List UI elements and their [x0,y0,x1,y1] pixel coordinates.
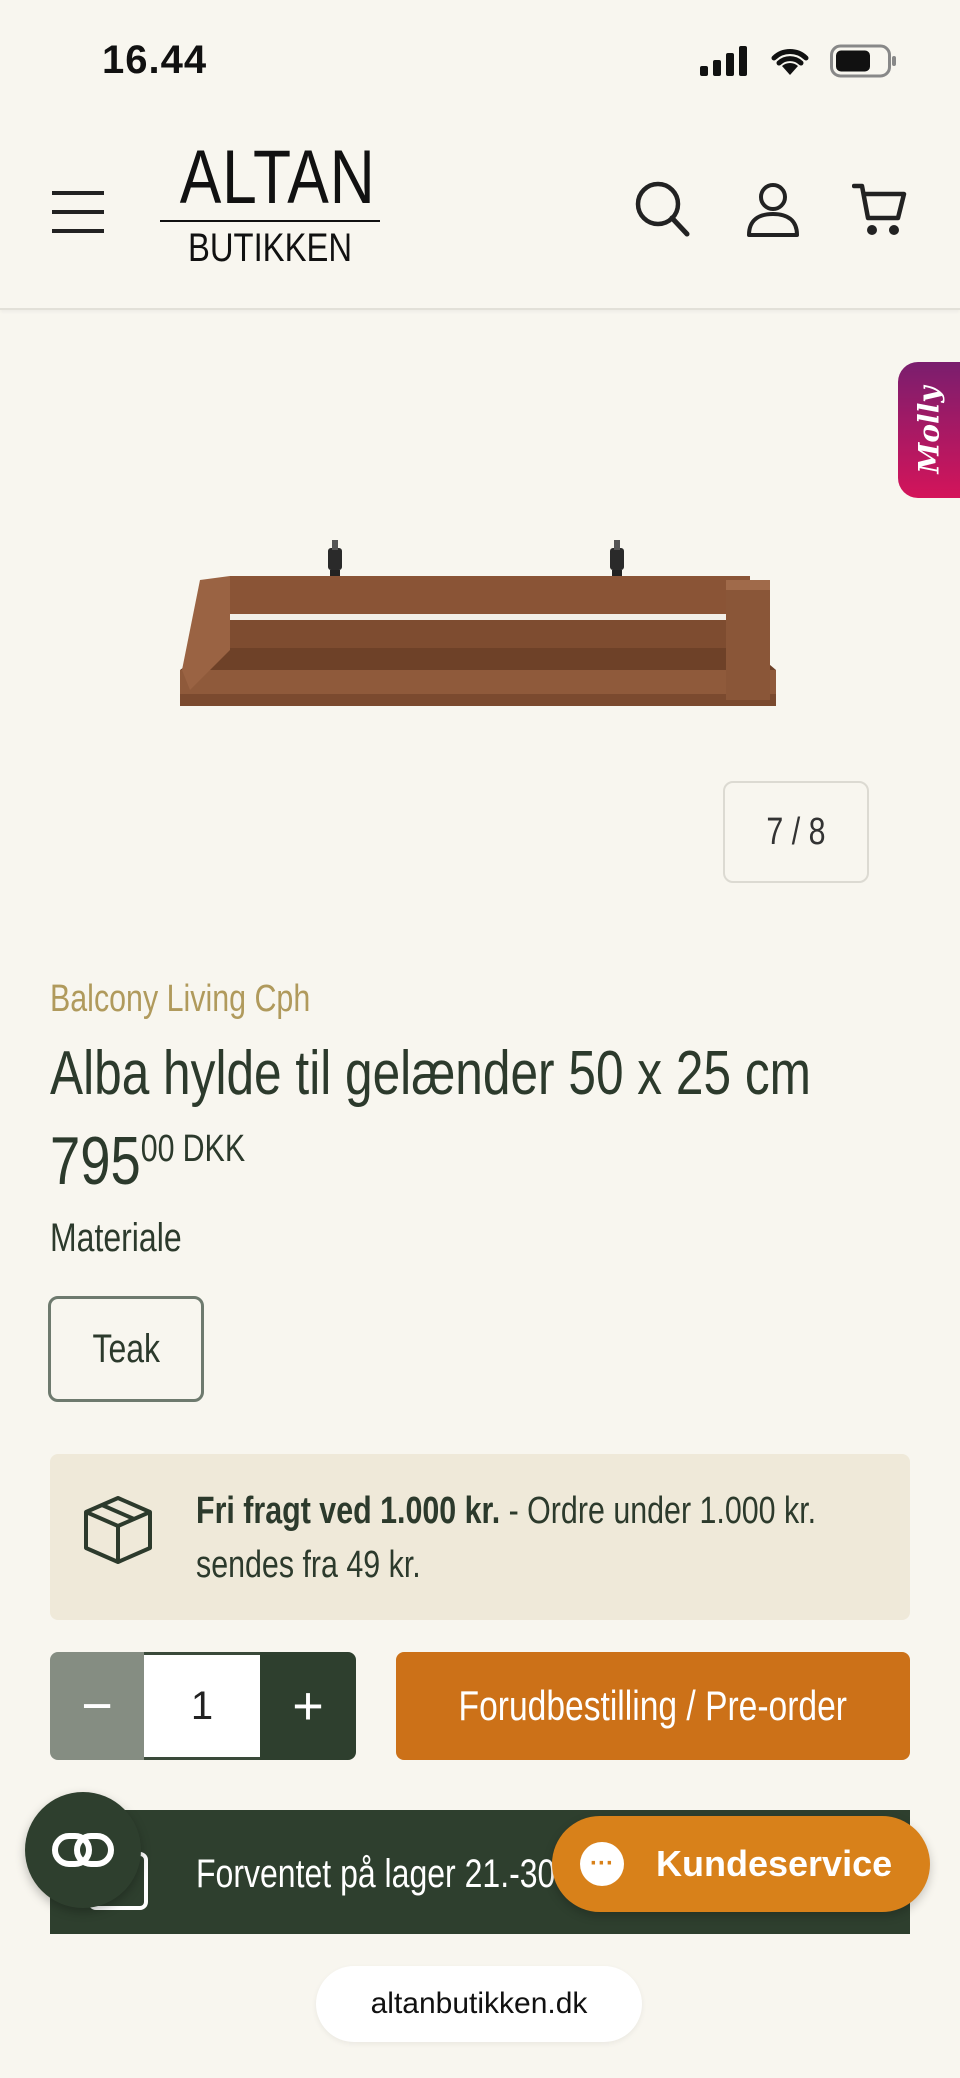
gallery-counter-text: 7 / 8 [766,810,826,853]
stock-text-value: Forventet på lager 21.-30. ju [196,1852,599,1896]
quantity-stepper: − 1 + [50,1652,356,1760]
logo-top-text: ALTAN [179,135,376,220]
loyalty-widget-button[interactable] [25,1792,141,1908]
quantity-increase-button[interactable]: + [260,1652,356,1760]
site-logo[interactable]: ALTAN BUTIKKEN [160,140,380,268]
package-icon [84,1496,152,1564]
molly-tab-label: Molly [912,386,946,474]
material-option-label: Teak [92,1326,160,1371]
site-header [0,118,960,310]
quantity-input[interactable]: 1 [144,1652,260,1760]
search-icon[interactable] [634,180,690,238]
status-icons [700,44,898,78]
chat-bubble-icon: ··· [580,1842,624,1886]
signal-icon [700,46,747,76]
battery-icon [830,44,896,78]
wifi-icon [771,49,809,75]
material-option-teak[interactable]: Teak [48,1296,204,1402]
logo-divider [160,220,380,222]
quantity-decrease-button[interactable]: − [50,1652,144,1760]
product-image[interactable] [170,540,790,740]
account-icon[interactable] [745,182,801,238]
molly-side-tab[interactable]: Molly [898,362,960,498]
product-brand[interactable]: Balcony Living Cph [50,978,375,1021]
product-title: Alba hylde til gelænder 50 x 25 cm [50,1038,960,1109]
menu-icon[interactable] [52,190,106,234]
preorder-button[interactable]: Forudbestilling / Pre-order [396,1652,910,1760]
gallery-counter: 7 / 8 [723,781,869,883]
customer-service-button[interactable]: ··· Kundeservice [552,1816,930,1912]
product-price: 79500 DKK [50,1122,294,1200]
customer-service-label: Kundeservice [656,1843,893,1884]
product-brand-text: Balcony Living Cph [50,978,311,1020]
shipping-text: Fri fragt ved 1.000 kr. - Ordre under 1.… [196,1484,876,1592]
product-title-text: Alba hylde til gelænder 50 x 25 cm [50,1039,811,1108]
link-icon [52,1833,114,1867]
logo-bottom-text: BUTIKKEN [187,226,353,270]
preorder-button-label: Forudbestilling / Pre-order [458,1682,848,1729]
cart-icon[interactable] [852,182,908,238]
status-time: 16.44 [102,38,208,82]
browser-url-bar[interactable]: altanbutikken.dk [316,1966,642,2042]
price-currency: DKK [182,1128,246,1170]
material-label-text: Materiale [50,1216,182,1260]
price-decimals: 00 [140,1128,175,1170]
material-label: Materiale [50,1216,215,1261]
shipping-bold: Fri fragt ved 1.000 kr. [196,1490,501,1532]
price-main: 795 [50,1123,141,1199]
